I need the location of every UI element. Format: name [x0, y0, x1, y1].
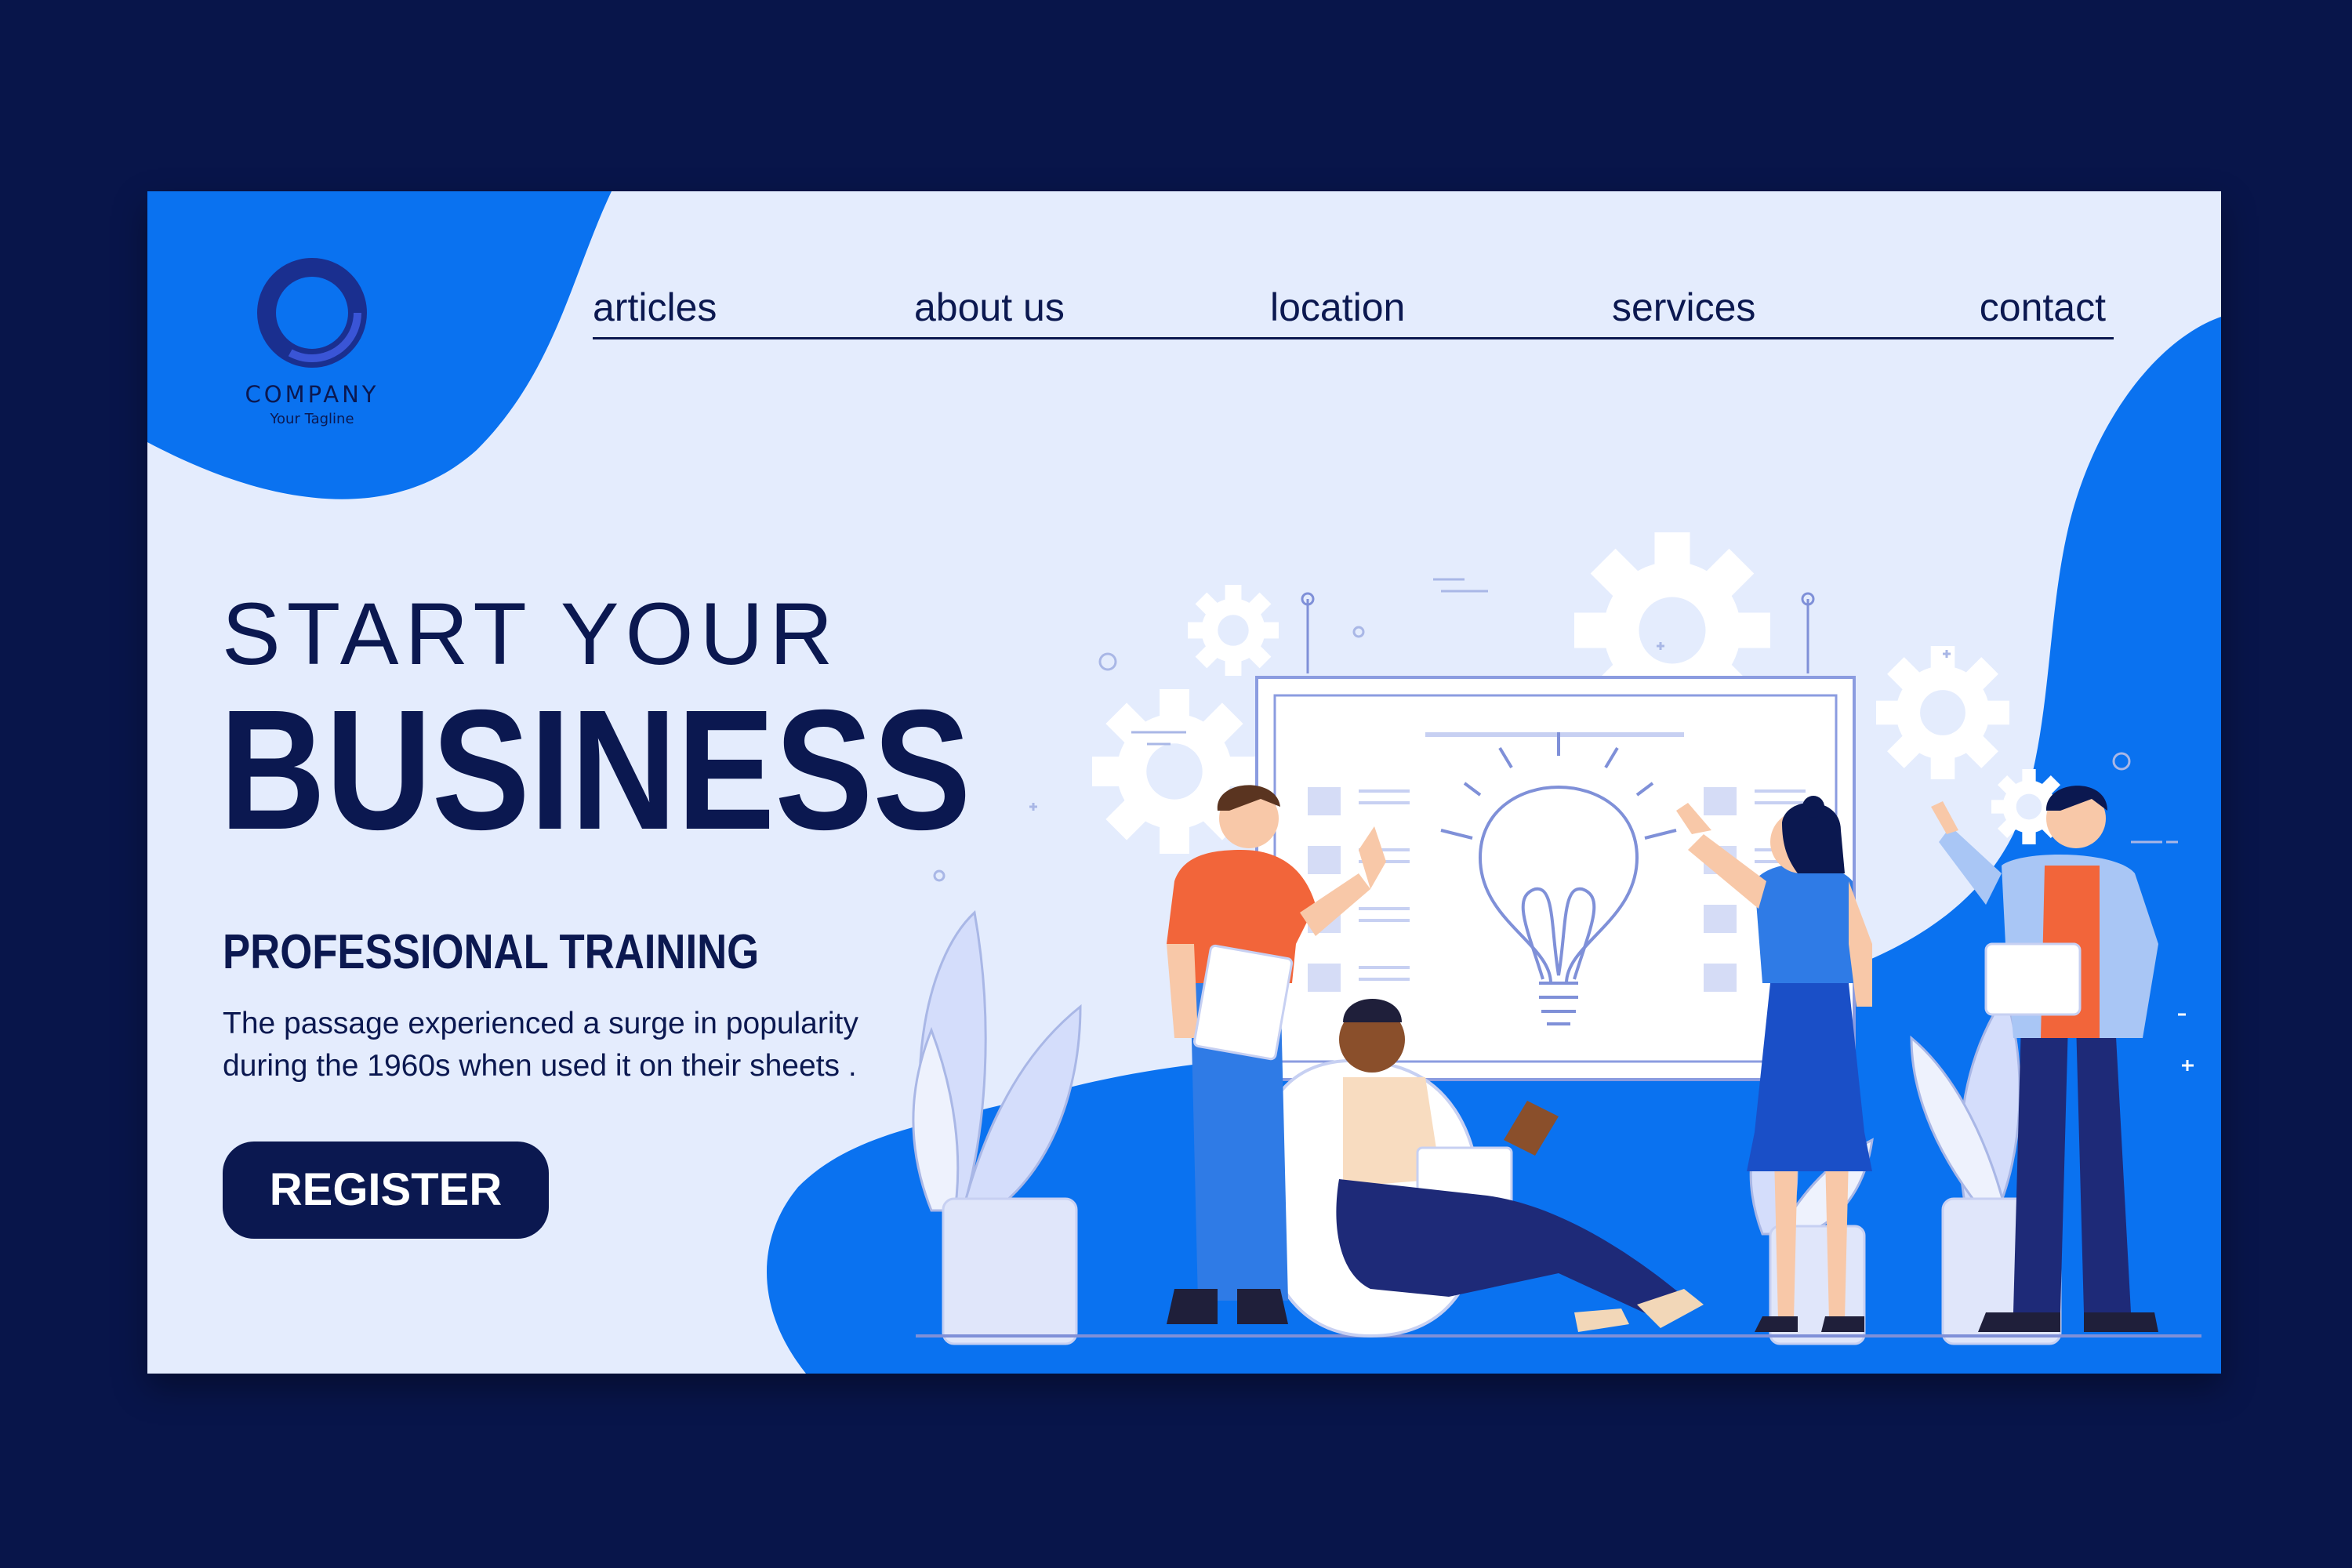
whiteboard	[1255, 592, 1856, 1081]
left-plant	[912, 910, 1082, 1345]
landing-page-card: COMPANY Your Tagline articles about us l…	[147, 191, 2221, 1374]
team-training-illustration	[912, 532, 2201, 1345]
gear-icon	[1188, 585, 1279, 676]
gear-icon	[1876, 646, 2009, 779]
